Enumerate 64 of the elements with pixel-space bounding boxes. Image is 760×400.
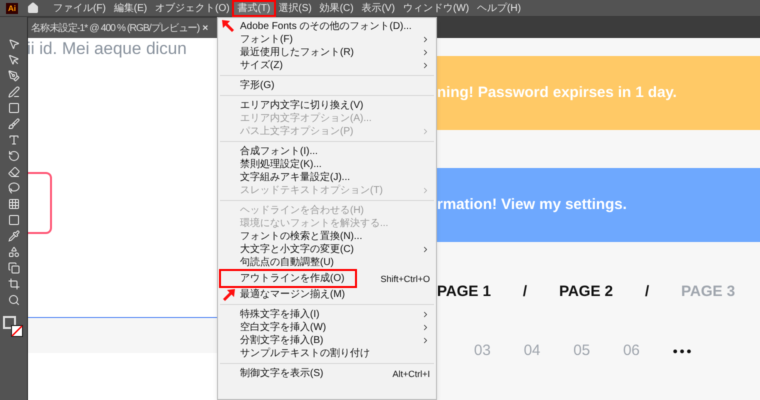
alert-text: ning! Password expirses in 1 day. [437, 82, 677, 103]
menu-bar-item[interactable]: 表示(V) [358, 2, 399, 14]
menu-bar-item[interactable]: 書式(T) [234, 2, 274, 14]
menu-bar-item[interactable]: ウィンドウ(W) [398, 2, 474, 14]
home-icon[interactable] [27, 2, 39, 14]
rotate-icon[interactable] [8, 150, 20, 162]
fill-swatch[interactable] [2, 316, 16, 329]
body-text: ii id. Mei aeque dicun [28, 38, 188, 59]
zoom-icon[interactable] [8, 294, 20, 306]
pen-icon[interactable] [8, 70, 20, 82]
menu-item[interactable]: エリア内文字に切り換え(V) [240, 99, 430, 112]
menu-item[interactable]: 字形(G) [240, 79, 430, 92]
menu-item[interactable]: 分割文字を挿入(B) [240, 334, 421, 347]
eyedropper-icon[interactable] [8, 230, 20, 242]
menu-item[interactable]: 特殊文字を挿入(I) [240, 308, 421, 321]
shortcut-label: Alt+Ctrl+I [392, 368, 430, 380]
menu-item[interactable]: 禁則処理設定(K)... [240, 158, 430, 171]
tab-title: 名称未設定-1* @ 400 % (RGB/プレビュー) [31, 22, 200, 36]
breadcrumb-link[interactable]: PAGE 2 [559, 280, 613, 304]
menu-item[interactable]: Adobe Fonts のその他のフォント(D)... [240, 20, 430, 33]
direct-selection-arrow-icon[interactable] [8, 54, 20, 66]
menu-item[interactable]: フォント(F) [240, 33, 421, 46]
menu-item[interactable]: 空白文字を挿入(W) [240, 321, 421, 334]
menu-item[interactable]: 大文字と小文字の変更(C) [240, 243, 421, 256]
breadcrumb-separator: / [522, 282, 528, 302]
alert-text: rmation! View my settings. [437, 194, 627, 215]
menu-bar-item[interactable]: 効果(C) [316, 2, 358, 14]
rectangle-icon[interactable] [8, 102, 20, 114]
type-icon[interactable] [8, 134, 20, 146]
grid-icon[interactable] [8, 198, 20, 210]
menu-bar-item[interactable]: オブジェクト(O) [151, 2, 234, 14]
breadcrumb-separator: / [644, 282, 650, 302]
menu-item[interactable]: 句読点の自動調整(U) [240, 256, 430, 269]
close-tab[interactable]: × [202, 20, 208, 36]
brush-icon[interactable] [8, 118, 20, 130]
menu-bar-item[interactable]: ファイル(F) [49, 2, 110, 14]
menu-item[interactable]: 制御文字を表示(S) [240, 367, 392, 380]
more-pages[interactable]: ••• [672, 340, 694, 362]
menu-bar-item[interactable]: 選択(S) [274, 2, 316, 14]
menu-item[interactable]: フォントの検索と置換(N)... [240, 230, 430, 243]
menu-item[interactable]: サイズ(Z) [240, 59, 421, 72]
stroke-none-swatch[interactable] [10, 325, 22, 337]
menu-item[interactable]: 文字組みアキ量設定(J)... [240, 171, 430, 184]
menu-item[interactable]: サンプルテキストの割り付け [240, 347, 430, 360]
pointer-arrow-icon [222, 288, 236, 302]
pencil-icon[interactable] [8, 86, 20, 98]
shapes-icon[interactable] [8, 246, 20, 258]
lasso-icon[interactable] [8, 182, 20, 194]
menu-bar-item[interactable]: 編集(E) [110, 2, 152, 14]
document-tab[interactable]: 名称未設定-1* @ 400 % (RGB/プレビュー) × [28, 18, 217, 38]
menu-item[interactable]: 合成フォント(I)... [240, 145, 430, 158]
menu-item[interactable]: 最適なマージン揃え(M) [240, 288, 430, 301]
app-logo: Ai [6, 2, 18, 14]
menu-bar-item[interactable]: ヘルプ(H) [473, 2, 525, 14]
eraser-icon[interactable] [8, 166, 20, 178]
menu-item[interactable]: アウトラインを作成(O) [219, 269, 357, 288]
copy-icon[interactable] [8, 262, 20, 274]
breadcrumb-link[interactable]: PAGE 1 [437, 280, 491, 304]
menu-item[interactable]: 最近使用したフォント(R) [240, 46, 421, 59]
shortcut-label: Shift+Ctrl+O [380, 272, 430, 284]
pointer-arrow-icon [221, 19, 235, 33]
crop-icon[interactable] [8, 278, 20, 290]
rounded-frame [28, 172, 52, 234]
selection-arrow-icon[interactable] [8, 38, 20, 50]
